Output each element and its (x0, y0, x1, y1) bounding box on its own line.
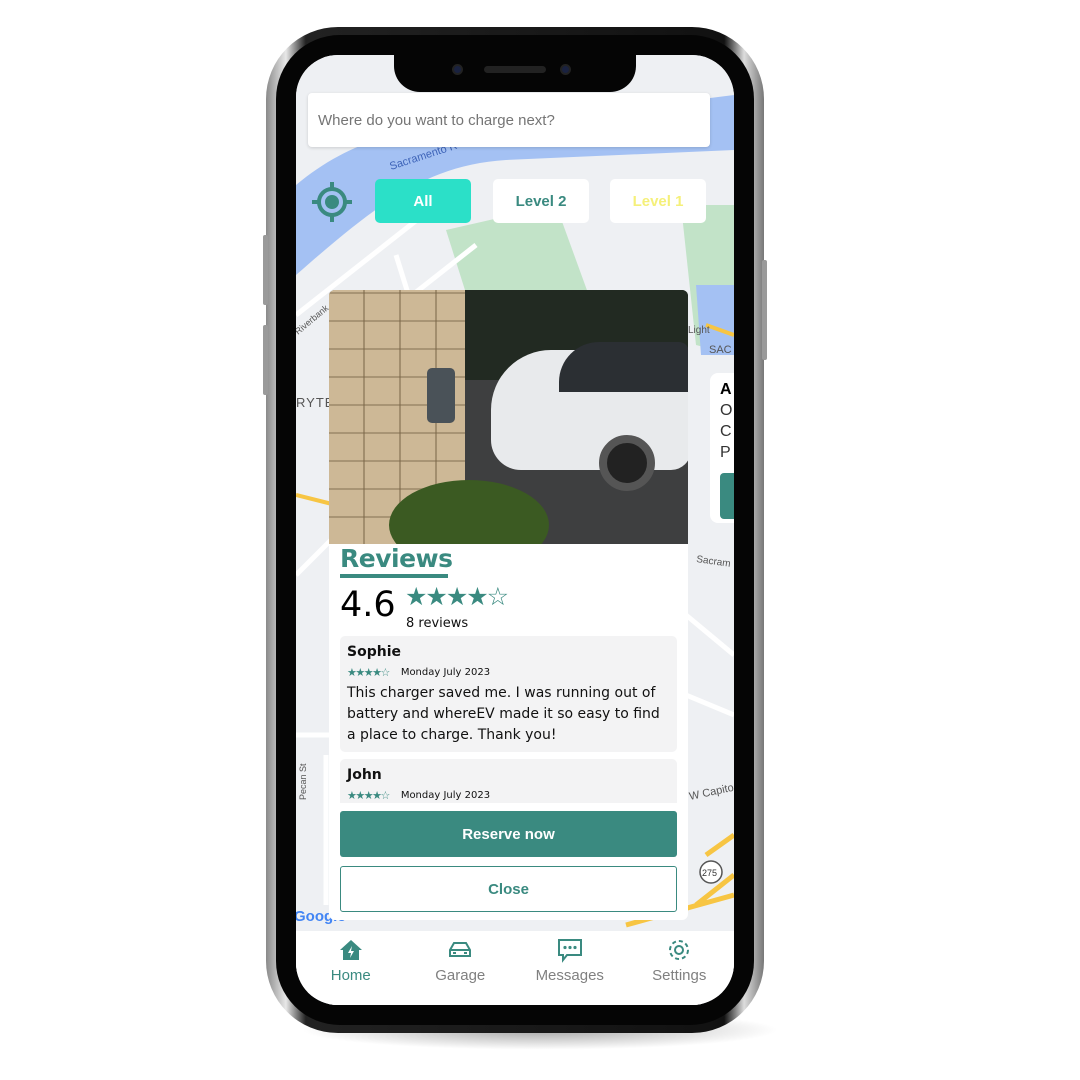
card-text: C (720, 423, 732, 440)
notch (394, 55, 636, 92)
reserve-now-button[interactable]: Reserve now (340, 811, 677, 857)
app-screen: Sacramento R Riverbank RYTE Pecan St W C… (296, 55, 734, 1005)
star-rating-icon: ★★★★☆ (347, 666, 390, 679)
reviewer-name: John (347, 767, 382, 783)
review-date: Monday July 2023 (400, 667, 491, 678)
charger-detail-card: Reviews 4.6 ★★★★☆ 8 reviews Sophie ★★★★☆… (329, 290, 688, 920)
reviews-heading: Reviews (340, 544, 453, 573)
highway-shield: 275 (702, 868, 717, 878)
volume-button (263, 235, 268, 305)
review-date: Monday July 2023 (400, 790, 491, 801)
card-text: P (720, 444, 731, 461)
tab-bar: Home Garage Messages Settings (296, 931, 734, 1005)
star-rating-icon: ★★★★☆ (347, 789, 390, 802)
chat-icon (557, 939, 582, 963)
map-label: Light (688, 325, 710, 336)
tab-label: Garage (435, 967, 486, 984)
review-count: 8 reviews (406, 616, 469, 631)
review-item: Sophie ★★★★☆ Monday July 2023 This charge… (340, 636, 677, 752)
search-input[interactable] (308, 93, 710, 147)
review-item: John ★★★★☆ Monday July 2023 (340, 759, 677, 803)
locate-icon[interactable] (312, 182, 352, 222)
card-text: A (720, 381, 732, 398)
gear-icon (669, 940, 690, 960)
card-text: O (720, 402, 733, 419)
tab-settings[interactable]: Settings (625, 931, 735, 1005)
filter-all[interactable]: All (375, 179, 471, 223)
map-label: Pecan St (298, 763, 308, 800)
star-rating-icon: ★★★★☆ (405, 583, 509, 611)
tab-home[interactable]: Home (296, 931, 406, 1005)
tab-label: Home (330, 967, 371, 984)
tab-label: Messages (535, 967, 604, 984)
volume-button (263, 325, 268, 395)
reviewer-name: Sophie (347, 644, 401, 660)
home-bolt-icon (339, 940, 362, 960)
car-icon (449, 942, 472, 957)
filter-level-1[interactable]: Level 1 (610, 179, 706, 223)
adjacent-charger-card[interactable]: A O C P (710, 373, 734, 523)
tab-messages[interactable]: Messages (515, 931, 625, 1005)
map-label: SAC (709, 344, 732, 356)
charger-photo (329, 290, 688, 544)
power-button (762, 260, 767, 360)
heading-underline (340, 574, 448, 578)
close-button[interactable]: Close (340, 866, 677, 912)
rating-score: 4.6 (340, 585, 396, 625)
review-text: This charger saved me. I was running out… (347, 685, 660, 743)
tab-garage[interactable]: Garage (406, 931, 516, 1005)
tab-label: Settings (652, 967, 707, 984)
filter-level-2[interactable]: Level 2 (493, 179, 589, 223)
